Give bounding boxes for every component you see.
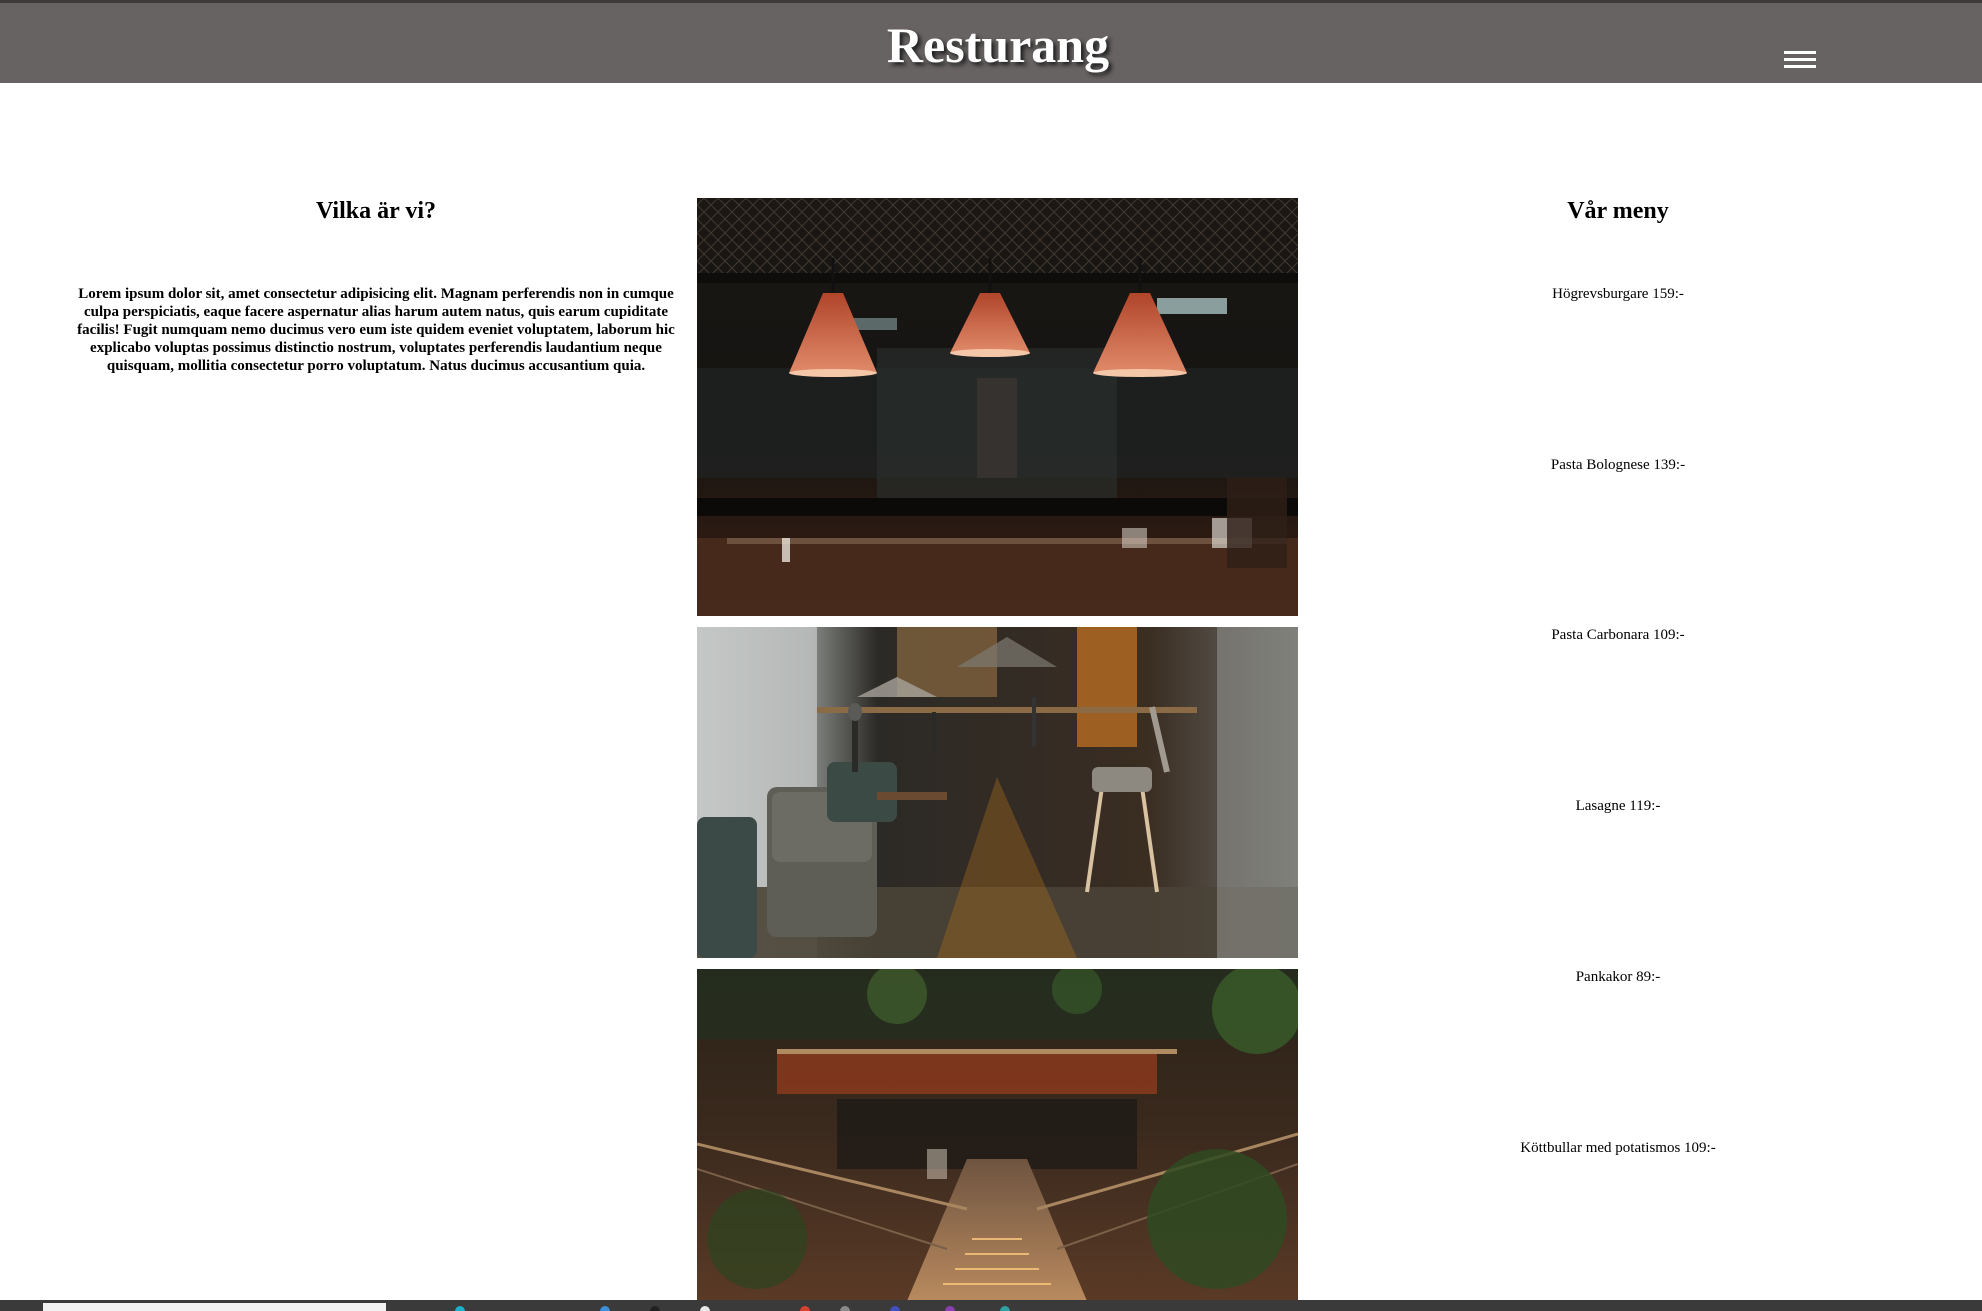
menu-item: Pasta Carbonara 109:- (1551, 627, 1685, 643)
restaurant-staircase-photo (697, 969, 1298, 1301)
menu-item: Pankakor 89:- (1575, 969, 1661, 985)
hamburger-menu-icon[interactable] (1784, 49, 1816, 71)
taskbar-app-icon[interactable] (945, 1306, 955, 1311)
site-title: Resturang (886, 17, 1110, 73)
hamburger-line (1784, 65, 1816, 68)
page: Resturang Vilka är vi? Lorem ipsum dolor… (0, 0, 1982, 1311)
taskbar-search-box[interactable] (43, 1303, 386, 1311)
menu-item: Pasta Bolognese 139:- (1550, 457, 1686, 473)
taskbar-app-icon[interactable] (600, 1306, 610, 1311)
restaurant-kitchen-photo (697, 198, 1298, 616)
about-text: Lorem ipsum dolor sit, amet consectetur … (77, 286, 675, 374)
menu-item: Lasagne 119:- (1575, 798, 1661, 814)
taskbar-app-icon[interactable] (1000, 1306, 1010, 1311)
os-taskbar (0, 1300, 1982, 1311)
menu-heading: Vår meny (1567, 198, 1669, 224)
menu-item: Högrevsburgare 159:- (1552, 286, 1684, 302)
taskbar-app-icon[interactable] (650, 1306, 660, 1311)
menu-item: Köttbullar med potatismos 109:- (1520, 1140, 1716, 1156)
taskbar-app-icon[interactable] (800, 1306, 810, 1311)
about-heading: Vilka är vi? (315, 198, 436, 224)
hamburger-line (1784, 58, 1816, 61)
taskbar-app-icon[interactable] (455, 1306, 465, 1311)
taskbar-app-icon[interactable] (890, 1306, 900, 1311)
hamburger-line (1784, 51, 1816, 54)
taskbar-app-icon[interactable] (840, 1306, 850, 1311)
site-header: Resturang (0, 0, 1982, 83)
taskbar-app-icon[interactable] (700, 1306, 710, 1311)
restaurant-bar-seating-photo (697, 627, 1298, 958)
